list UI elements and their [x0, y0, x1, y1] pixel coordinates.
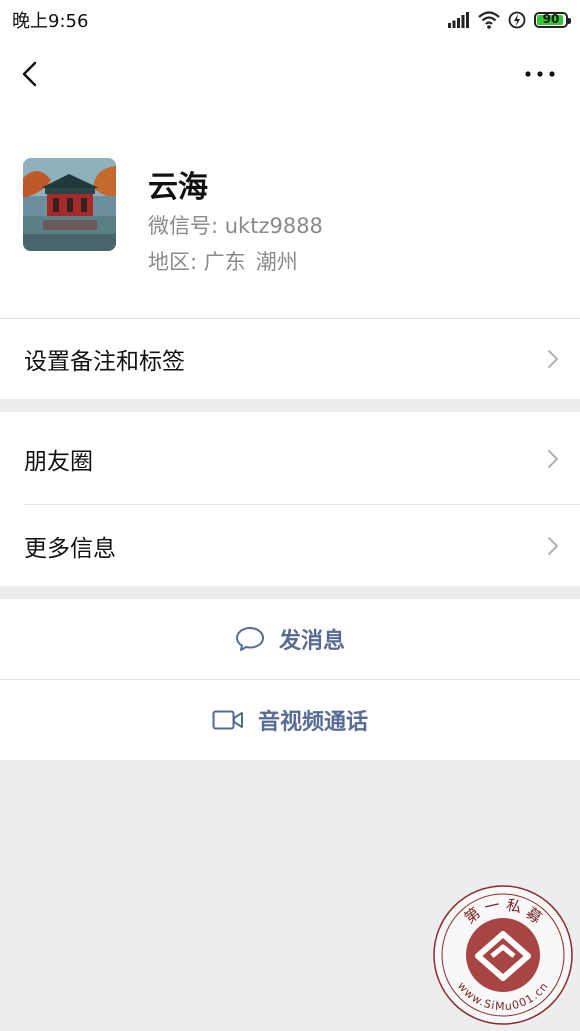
- video-call-label: 音视频通话: [257, 710, 368, 735]
- chat-bubble-icon: [235, 627, 264, 651]
- watermark-logo-icon: 第 一 私 募 www.SiMu001.cn: [433, 885, 573, 1025]
- remark-tags-label: 设置备注和标签: [24, 349, 185, 375]
- more-dots-icon[interactable]: [520, 62, 560, 86]
- video-camera-icon: [212, 710, 243, 730]
- nav-bar: [0, 40, 580, 110]
- battery-level: 90: [542, 12, 560, 26]
- chevron-right-icon: [548, 449, 558, 468]
- wechat-id: 微信号: uktz9888: [148, 214, 323, 238]
- signal-icon: [448, 12, 469, 28]
- more-info-row[interactable]: 更多信息: [0, 505, 580, 586]
- back-chevron-icon[interactable]: [14, 56, 50, 92]
- contact-name: 云海: [148, 170, 208, 205]
- video-call-button[interactable]: 音视频通话: [0, 679, 580, 760]
- chevron-right-icon: [548, 350, 558, 368]
- moments-row[interactable]: 朋友圈: [0, 412, 580, 505]
- moments-label: 朋友圈: [24, 448, 93, 475]
- avatar[interactable]: [23, 158, 116, 251]
- battery-icon: 90: [534, 12, 571, 28]
- region: 地区: 广东 潮州: [148, 246, 298, 276]
- send-message-button[interactable]: 发消息: [0, 599, 580, 679]
- charging-icon: [508, 11, 526, 29]
- status-bar: 晚上9:56 90: [0, 0, 580, 40]
- wifi-icon: [478, 11, 500, 29]
- region-city: 潮州: [255, 250, 298, 274]
- status-time: 晚上9:56: [12, 11, 89, 32]
- send-message-label: 发消息: [278, 629, 345, 654]
- chevron-right-icon: [548, 536, 558, 555]
- more-info-label: 更多信息: [24, 535, 116, 562]
- profile-card: 云海 微信号: uktz9888 地区: 广东 潮州: [0, 110, 580, 318]
- remark-tags-row[interactable]: 设置备注和标签: [0, 318, 580, 399]
- region-label: 地区: 广东: [148, 250, 246, 274]
- status-icons: 90: [448, 11, 571, 29]
